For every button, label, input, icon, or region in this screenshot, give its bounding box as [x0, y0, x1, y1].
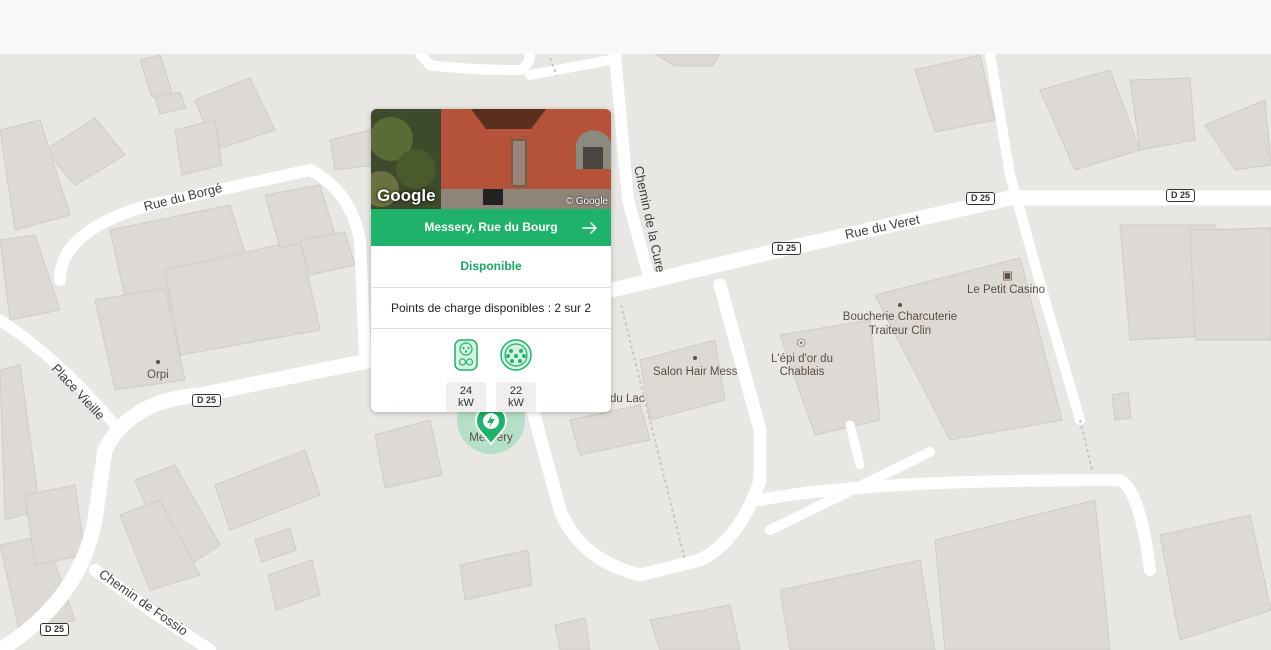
poi-label: Traiteur Clin: [869, 325, 931, 337]
road-number-badge: D 25: [966, 192, 996, 205]
svg-text:☉: ☉: [796, 338, 806, 350]
map-canvas[interactable]: ▣ ☉ Rue du Borgé Rue du Veret Chemin de …: [0, 54, 1271, 650]
top-bar: [0, 0, 1271, 54]
connector-power: 24 kW: [446, 382, 486, 412]
photo-credit: © Google: [565, 196, 608, 207]
station-name: Messery, Rue du Bourg: [424, 220, 558, 234]
connector-ccs: 24 kW: [446, 339, 486, 412]
road-number-badge: D 25: [40, 623, 70, 636]
poi-label: du Lac: [610, 393, 645, 405]
type2-connector-icon: [500, 339, 532, 371]
street-view-photo[interactable]: Google © Google: [371, 109, 611, 209]
poi-label: Boucherie Charcuterie: [843, 311, 957, 323]
connector-type2: 22 kW: [496, 339, 536, 412]
street-label: Place Vieille: [49, 361, 108, 423]
google-logo: Google: [377, 186, 436, 205]
poi-label: Orpi: [147, 369, 169, 381]
map-tiles: ▣ ☉ Rue du Borgé Rue du Veret Chemin de …: [0, 54, 1271, 650]
svg-text:▣: ▣: [1002, 270, 1013, 282]
availability-status: Disponible: [371, 246, 611, 288]
charge-points-count: Points de charge disponibles : 2 sur 2: [371, 288, 611, 329]
road-number-badge: D 25: [772, 242, 802, 255]
station-popup: Google © Google Messery, Rue du Bourg Di…: [371, 109, 611, 412]
poi-label: Salon Hair Mess: [653, 366, 738, 378]
station-header[interactable]: Messery, Rue du Bourg: [371, 209, 611, 246]
connector-power: 22 kW: [496, 382, 536, 412]
road-number-badge: D 25: [192, 394, 222, 407]
poi-label: Chablais: [780, 366, 825, 378]
poi-label: L'épi d'or du: [771, 353, 833, 365]
street-label: Rue du Veret: [844, 211, 922, 242]
road-number-badge: D 25: [1166, 189, 1196, 202]
ccs-connector-icon: [454, 339, 478, 371]
poi-label: Le Petit Casino: [967, 284, 1045, 296]
arrow-right-icon[interactable]: [581, 219, 599, 237]
